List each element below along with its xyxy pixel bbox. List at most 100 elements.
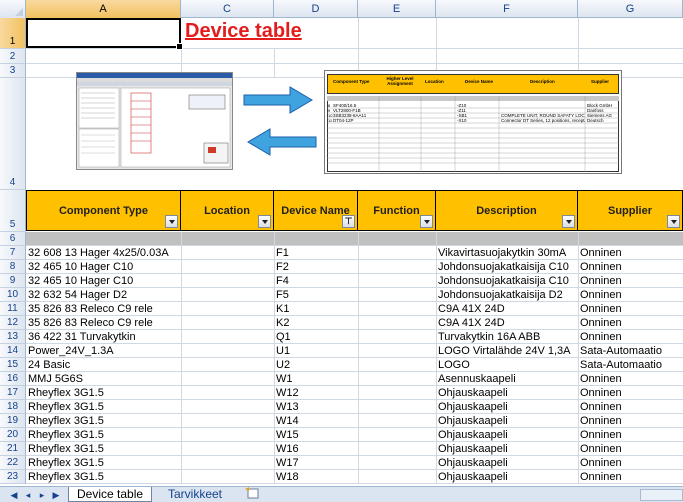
filter-icon[interactable] bbox=[342, 215, 355, 228]
dropdown-icon[interactable] bbox=[165, 215, 178, 228]
worksheet[interactable]: A C D E F G 1 2 3 4 5 6 7 8 9 10 11 12 1… bbox=[0, 0, 683, 486]
cell-description[interactable]: Johdonsuojakatkaisija C10 bbox=[436, 274, 578, 288]
cell-description[interactable]: Vikavirtasuojakytkin 30mA bbox=[436, 246, 578, 260]
cell-supplier[interactable]: Onninen bbox=[578, 260, 683, 274]
cell-device-name[interactable]: F1 bbox=[274, 246, 358, 260]
cell-device-name[interactable]: W15 bbox=[274, 428, 358, 442]
first-sheet-icon[interactable]: ◀ bbox=[8, 489, 20, 501]
cell-device-name[interactable]: W16 bbox=[274, 442, 358, 456]
device-table-preview-image[interactable]: Component Type Higher Level Assignment L… bbox=[324, 70, 622, 174]
row-header[interactable]: 5 bbox=[0, 190, 26, 232]
cell-component-type[interactable]: 32 632 54 Hager D2 bbox=[26, 288, 181, 302]
dropdown-icon[interactable] bbox=[258, 215, 271, 228]
tab-tarvikkeet[interactable]: Tarvikkeet bbox=[160, 487, 230, 502]
row-header[interactable]: 15 bbox=[0, 358, 26, 372]
cell-function[interactable] bbox=[358, 442, 436, 456]
cell-supplier[interactable]: Sata-Automaatio bbox=[578, 358, 683, 372]
row-header[interactable]: 12 bbox=[0, 316, 26, 330]
row-header[interactable]: 3 bbox=[0, 64, 26, 78]
cell-device-name[interactable]: K2 bbox=[274, 316, 358, 330]
cell-description[interactable]: LOGO Virtalähde 24V 1,3A bbox=[436, 344, 578, 358]
cell-device-name[interactable]: U2 bbox=[274, 358, 358, 372]
cell-location[interactable] bbox=[181, 330, 274, 344]
cell-description[interactable]: Johdonsuojakatkaisija D2 bbox=[436, 288, 578, 302]
cell-function[interactable] bbox=[358, 330, 436, 344]
cell-device-name[interactable]: W12 bbox=[274, 386, 358, 400]
cell-supplier[interactable]: Onninen bbox=[578, 302, 683, 316]
dropdown-icon[interactable] bbox=[562, 215, 575, 228]
cell-location[interactable] bbox=[181, 442, 274, 456]
cell-component-type[interactable]: Rheyflex 3G1.5 bbox=[26, 456, 181, 470]
next-sheet-icon[interactable]: ▸ bbox=[36, 489, 48, 501]
cell-location[interactable] bbox=[181, 302, 274, 316]
cell-description[interactable]: LOGO bbox=[436, 358, 578, 372]
cell-location[interactable] bbox=[181, 456, 274, 470]
cell-description[interactable]: Ohjauskaapeli bbox=[436, 470, 578, 484]
cell-component-type[interactable]: 32 465 10 Hager C10 bbox=[26, 260, 181, 274]
cell-location[interactable] bbox=[181, 414, 274, 428]
cell-component-type[interactable]: 35 826 83 Releco C9 rele bbox=[26, 302, 181, 316]
cell-description[interactable]: Ohjauskaapeli bbox=[436, 442, 578, 456]
cell-device-name[interactable]: Q1 bbox=[274, 330, 358, 344]
cell-function[interactable] bbox=[358, 470, 436, 484]
cell-device-name[interactable]: F4 bbox=[274, 274, 358, 288]
cell-supplier[interactable]: Onninen bbox=[578, 316, 683, 330]
row-header[interactable]: 1 bbox=[0, 18, 26, 49]
row-header[interactable]: 18 bbox=[0, 400, 26, 414]
cell-function[interactable] bbox=[358, 456, 436, 470]
cell-function[interactable] bbox=[358, 400, 436, 414]
cell-component-type[interactable]: Rheyflex 3G1.5 bbox=[26, 442, 181, 456]
cell-function[interactable] bbox=[358, 316, 436, 330]
cell-function[interactable] bbox=[358, 288, 436, 302]
cell-supplier[interactable]: Onninen bbox=[578, 456, 683, 470]
cell-device-name[interactable]: W18 bbox=[274, 470, 358, 484]
cell-location[interactable] bbox=[181, 288, 274, 302]
column-header-d[interactable]: D bbox=[274, 0, 358, 18]
cell-supplier[interactable]: Onninen bbox=[578, 330, 683, 344]
cell-component-type[interactable]: 36 422 31 Turvakytkin bbox=[26, 330, 181, 344]
cell-device-name[interactable]: W1 bbox=[274, 372, 358, 386]
cell-component-type[interactable]: 32 608 13 Hager 4x25/0.03A bbox=[26, 246, 181, 260]
cell-location[interactable] bbox=[181, 428, 274, 442]
active-cell-a1[interactable] bbox=[26, 18, 183, 50]
cell-location[interactable] bbox=[181, 274, 274, 288]
cell-description[interactable]: C9A 41X 24D bbox=[436, 302, 578, 316]
cell-component-type[interactable]: Rheyflex 3G1.5 bbox=[26, 470, 181, 484]
row-header[interactable]: 8 bbox=[0, 260, 26, 274]
cell-device-name[interactable]: W14 bbox=[274, 414, 358, 428]
cell-location[interactable] bbox=[181, 400, 274, 414]
cell-device-name[interactable]: F5 bbox=[274, 288, 358, 302]
cell-component-type[interactable]: 35 826 83 Releco C9 rele bbox=[26, 316, 181, 330]
cell-location[interactable] bbox=[181, 344, 274, 358]
cell-function[interactable] bbox=[358, 428, 436, 442]
cell-description[interactable]: Johdonsuojakatkaisija C10 bbox=[436, 260, 578, 274]
cell-location[interactable] bbox=[181, 316, 274, 330]
row-header[interactable]: 10 bbox=[0, 288, 26, 302]
cell-supplier[interactable]: Onninen bbox=[578, 442, 683, 456]
insert-sheet-icon[interactable] bbox=[240, 487, 266, 502]
cell-supplier[interactable]: Onninen bbox=[578, 274, 683, 288]
application-screenshot-image[interactable] bbox=[76, 72, 233, 170]
cell-description[interactable]: Asennuskaapeli bbox=[436, 372, 578, 386]
cell-description[interactable]: C9A 41X 24D bbox=[436, 316, 578, 330]
cell-function[interactable] bbox=[358, 260, 436, 274]
cell-location[interactable] bbox=[181, 246, 274, 260]
cell-function[interactable] bbox=[358, 358, 436, 372]
cell-description[interactable]: Ohjauskaapeli bbox=[436, 456, 578, 470]
row-header[interactable]: 13 bbox=[0, 330, 26, 344]
cell-component-type[interactable]: MMJ 5G6S bbox=[26, 372, 181, 386]
cell-function[interactable] bbox=[358, 344, 436, 358]
cell-device-name[interactable]: W13 bbox=[274, 400, 358, 414]
row-header[interactable]: 23 bbox=[0, 470, 26, 484]
dropdown-icon[interactable] bbox=[667, 215, 680, 228]
cell-device-name[interactable]: K1 bbox=[274, 302, 358, 316]
cell-supplier[interactable]: Onninen bbox=[578, 372, 683, 386]
row-header[interactable]: 22 bbox=[0, 456, 26, 470]
cell-location[interactable] bbox=[181, 260, 274, 274]
cell-supplier[interactable]: Onninen bbox=[578, 246, 683, 260]
tab-device-table[interactable]: Device table bbox=[68, 487, 153, 502]
cell-description[interactable]: Turvakytkin 16A ABB bbox=[436, 330, 578, 344]
row-header[interactable]: 7 bbox=[0, 246, 26, 260]
row-header[interactable]: 20 bbox=[0, 428, 26, 442]
cell-supplier[interactable]: Onninen bbox=[578, 288, 683, 302]
